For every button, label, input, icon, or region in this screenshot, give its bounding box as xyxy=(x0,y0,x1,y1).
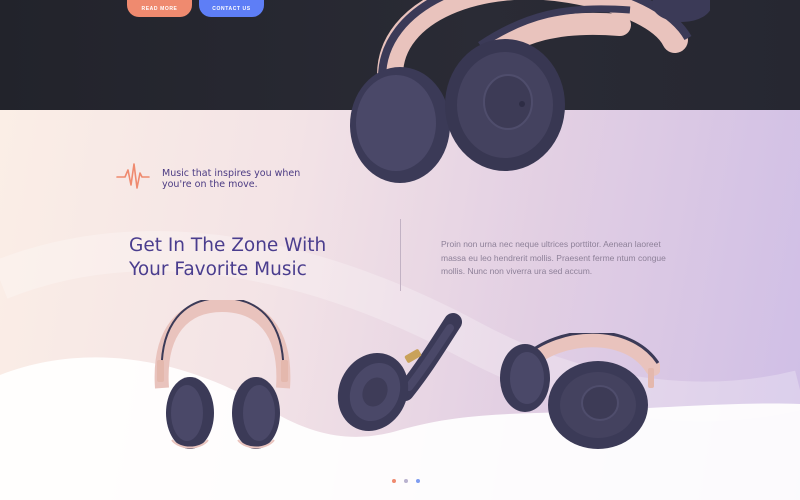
tagline-text: Music that inspires you when you're on t… xyxy=(162,168,301,190)
sound-pulse-icon xyxy=(116,163,150,189)
carousel-dot-3[interactable] xyxy=(416,479,420,483)
headphones-front-view-image[interactable] xyxy=(150,300,295,455)
carousel-dot-2[interactable] xyxy=(404,479,408,483)
hero-headphones-image xyxy=(350,0,710,183)
headphones-folded-view-image[interactable] xyxy=(335,312,465,442)
carousel-dot-1[interactable] xyxy=(392,479,396,483)
vertical-divider xyxy=(400,219,401,291)
carousel-pagination xyxy=(392,479,420,483)
description-text: Proin non urna nec neque ultrices portti… xyxy=(441,239,666,276)
page-headline: Get In The Zone With Your Favorite Music xyxy=(129,235,327,280)
contact-us-button[interactable]: CONTACT US xyxy=(199,0,264,17)
read-more-button[interactable]: READ MORE xyxy=(127,0,192,17)
headphones-side-view-image[interactable] xyxy=(498,333,660,455)
